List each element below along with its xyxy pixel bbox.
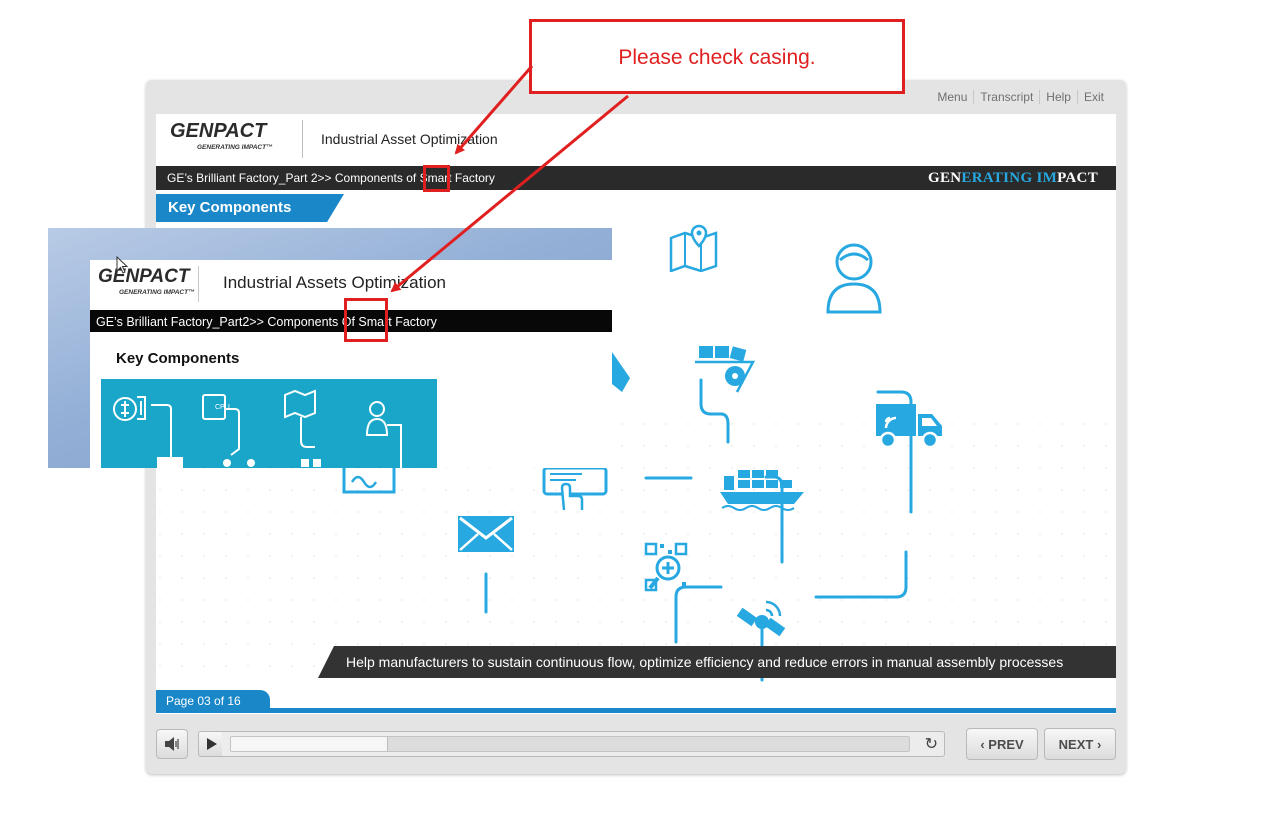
annotation-arrows	[390, 65, 629, 293]
